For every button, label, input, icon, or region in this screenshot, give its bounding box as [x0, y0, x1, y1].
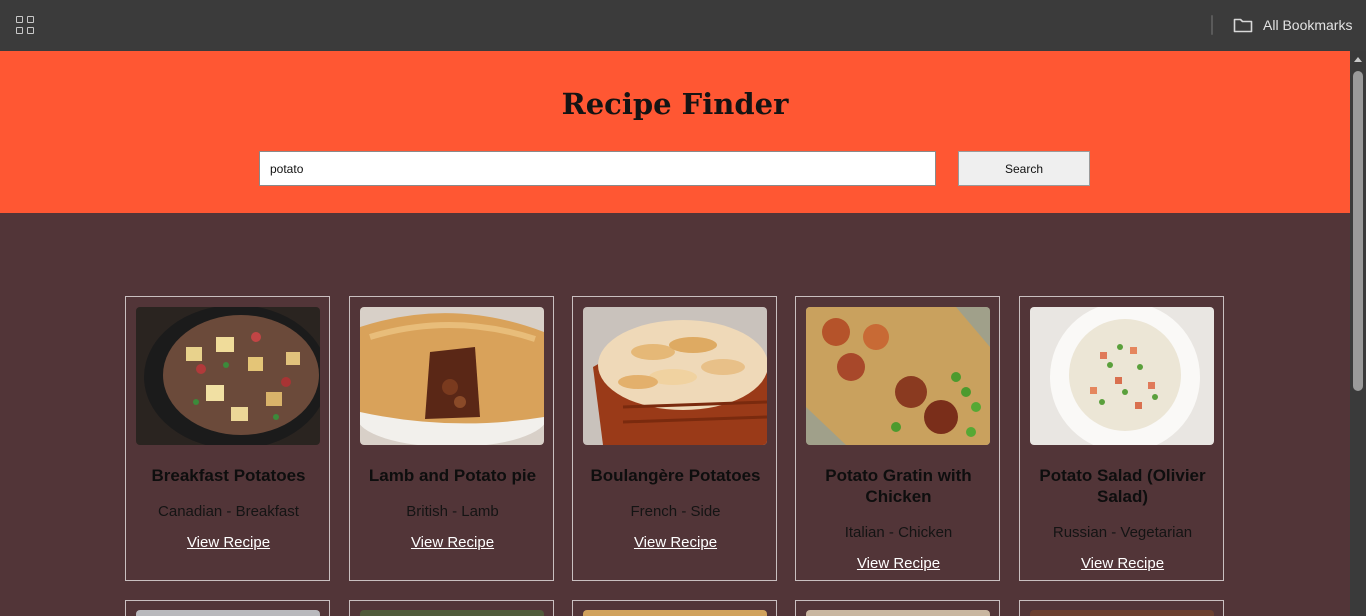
- recipe-card: Breakfast Potatoes Canadian - Breakfast …: [125, 296, 330, 581]
- bookmarks-divider: [1211, 15, 1213, 35]
- boulangere-potatoes-photo: [583, 307, 767, 445]
- recipe-title: Boulangère Potatoes: [590, 466, 761, 485]
- potato-gratin-chicken-photo: [806, 307, 990, 445]
- page-scrollbar[interactable]: [1350, 51, 1366, 616]
- breakfast-potatoes-photo: [136, 307, 320, 445]
- recipe-meta: Italian - Chicken: [844, 524, 953, 541]
- recipe-photo: [806, 610, 990, 616]
- view-recipe-link[interactable]: View Recipe: [134, 534, 323, 551]
- recipe-card: [1019, 600, 1224, 616]
- search-input[interactable]: [259, 151, 936, 186]
- recipe-title: Breakfast Potatoes: [151, 466, 306, 485]
- recipe-photo: [583, 610, 767, 616]
- all-bookmarks-button[interactable]: All Bookmarks: [1233, 14, 1352, 36]
- recipe-photo: [360, 610, 544, 616]
- olivier-salad-photo: [1030, 307, 1214, 445]
- recipe-photo: [1030, 610, 1214, 616]
- page-title: Recipe Finder: [561, 87, 789, 121]
- folder-icon: [1233, 18, 1253, 33]
- recipe-title: Potato Salad (Olivier Salad): [1039, 466, 1206, 506]
- recipe-photo: [136, 610, 320, 616]
- recipe-card: [795, 600, 1000, 616]
- lamb-potato-pie-photo: [360, 307, 544, 445]
- recipe-card: [349, 600, 554, 616]
- recipe-card: Lamb and Potato pie British - Lamb View …: [349, 296, 554, 581]
- recipe-meta: Canadian - Breakfast: [158, 503, 299, 520]
- recipe-title: Potato Gratin with Chicken: [825, 466, 972, 506]
- scroll-up-arrow-icon[interactable]: [1354, 57, 1362, 62]
- view-recipe-link[interactable]: View Recipe: [358, 534, 547, 551]
- recipe-meta: Russian - Vegetarian: [1052, 524, 1193, 541]
- all-bookmarks-label: All Bookmarks: [1263, 17, 1353, 33]
- page-header: Recipe Finder Search: [0, 51, 1350, 213]
- view-recipe-link[interactable]: View Recipe: [1028, 555, 1217, 572]
- recipe-card: Boulangère Potatoes French - Side View R…: [572, 296, 777, 581]
- scrollbar-thumb[interactable]: [1353, 71, 1363, 391]
- view-recipe-link[interactable]: View Recipe: [581, 534, 770, 551]
- apps-grid-icon[interactable]: [16, 16, 35, 35]
- recipe-card: Potato Gratin with Chicken Italian - Chi…: [795, 296, 1000, 581]
- recipe-title: Lamb and Potato pie: [368, 466, 537, 485]
- recipe-card: [125, 600, 330, 616]
- search-button[interactable]: Search: [958, 151, 1090, 186]
- recipe-meta: British - Lamb: [406, 503, 499, 520]
- bookmarks-bar: All Bookmarks: [0, 0, 1366, 51]
- recipe-meta: French - Side: [630, 503, 721, 520]
- recipe-card: Potato Salad (Olivier Salad) Russian - V…: [1019, 296, 1224, 581]
- view-recipe-link[interactable]: View Recipe: [804, 555, 993, 572]
- recipe-card: [572, 600, 777, 616]
